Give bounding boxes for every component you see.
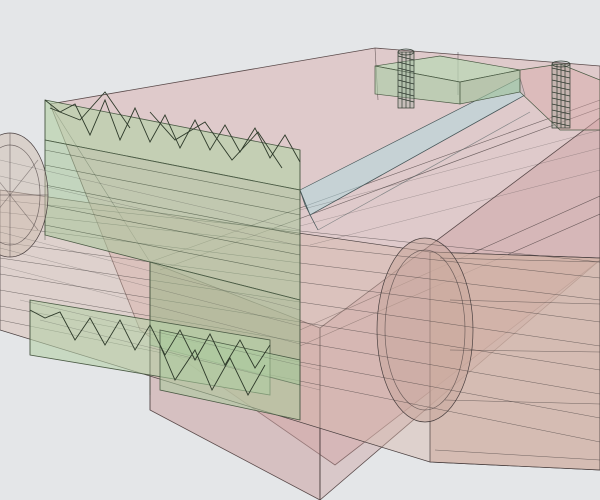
cad-3d-viewport[interactable] [0,0,600,500]
threaded-pin-right[interactable] [551,60,571,129]
wireframe-model-canvas[interactable] [0,0,600,500]
threaded-pin-left[interactable] [397,48,415,109]
